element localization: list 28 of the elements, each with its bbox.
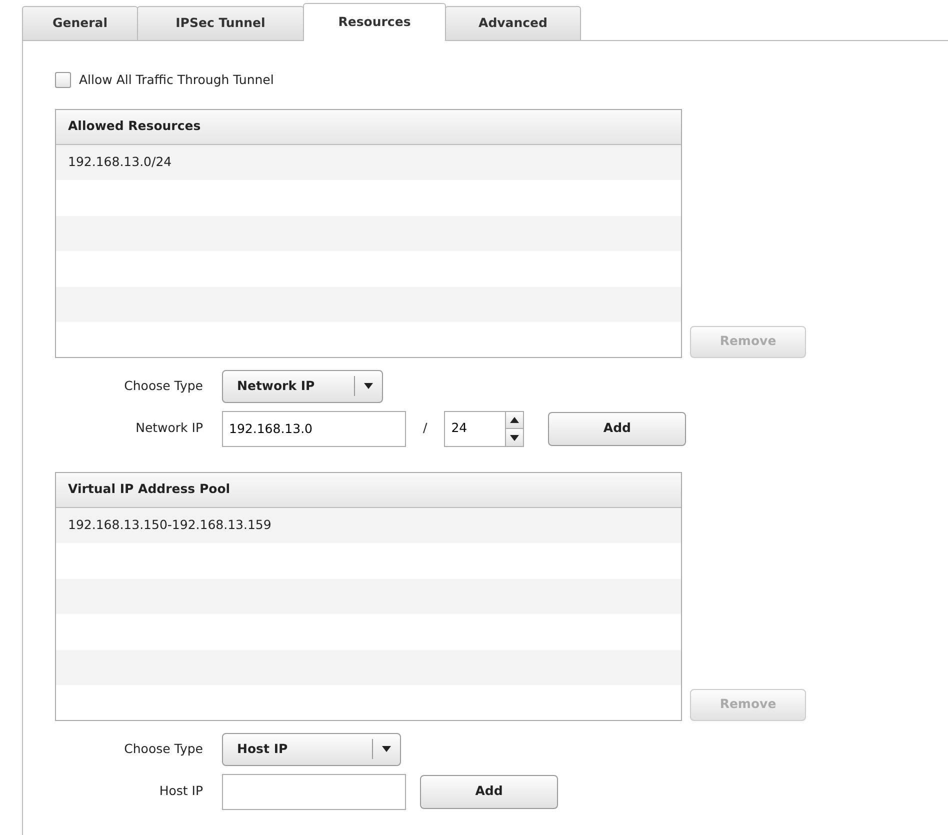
field-label: Choose Type	[123, 376, 203, 395]
number-spinner[interactable]: 24	[444, 410, 524, 447]
down-arrow-icon	[510, 434, 520, 440]
field-label: Network IP	[134, 419, 203, 438]
list-header: Virtual IP Address Pool	[56, 472, 681, 508]
field-label: Host IP	[158, 782, 203, 800]
tab[interactable]: Advanced	[445, 6, 581, 40]
list-header: Allowed Resources	[56, 110, 681, 145]
text-field[interactable]	[222, 774, 406, 810]
text-field[interactable]: 192.168.13.0	[222, 410, 406, 447]
type-dropdown[interactable]: Network IP	[222, 370, 383, 403]
add-button[interactable]: Add	[420, 774, 558, 809]
field-label: Choose Type	[123, 740, 203, 758]
list-row[interactable]: 192.168.13.0/24	[56, 144, 681, 180]
separator-text: /	[423, 419, 428, 438]
type-dropdown[interactable]: Host IP	[222, 732, 401, 766]
caret-icon	[364, 383, 373, 390]
list-row[interactable]: 192.168.13.150-192.168.13.159	[56, 508, 681, 544]
up-arrow-icon	[510, 417, 520, 423]
tab[interactable]: General	[22, 6, 138, 40]
tab[interactable]: IPSec Tunnel	[137, 6, 304, 40]
caret-icon	[382, 746, 391, 752]
tab[interactable]: Resources	[303, 3, 446, 41]
add-button[interactable]: Add	[548, 412, 686, 446]
checkbox[interactable]	[55, 72, 71, 88]
spin-up-button[interactable]	[506, 412, 524, 428]
checkbox-label: Allow All Traffic Through Tunnel	[79, 71, 274, 89]
spin-down-button[interactable]	[506, 428, 524, 446]
